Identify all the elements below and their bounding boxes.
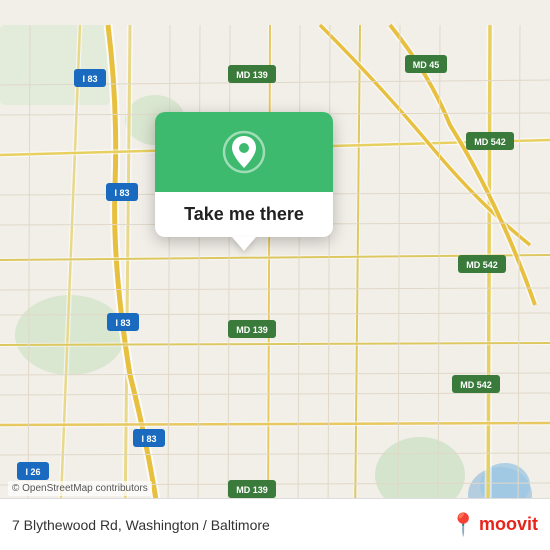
moovit-logo-text: moovit <box>479 514 538 535</box>
osm-attribution: © OpenStreetMap contributors <box>8 481 152 496</box>
tooltip-card[interactable]: Take me there <box>155 112 333 237</box>
svg-text:MD 139: MD 139 <box>236 485 268 495</box>
tooltip-icon-area <box>155 112 333 192</box>
svg-text:MD 139: MD 139 <box>236 325 268 335</box>
svg-text:I 26: I 26 <box>25 467 40 477</box>
map-svg: I 83 I 83 I 83 I 83 I 26 MD 45 MD 139 MD… <box>0 0 550 550</box>
svg-text:MD 542: MD 542 <box>474 137 506 147</box>
take-me-there-button[interactable]: Take me there <box>168 192 320 237</box>
svg-text:MD 542: MD 542 <box>460 380 492 390</box>
osm-attribution-text: © OpenStreetMap contributors <box>12 483 148 494</box>
svg-text:I 83: I 83 <box>114 188 129 198</box>
svg-text:I 83: I 83 <box>82 74 97 84</box>
moovit-logo: 📍 moovit <box>450 512 538 538</box>
svg-text:I 83: I 83 <box>141 434 156 444</box>
svg-text:MD 139: MD 139 <box>236 70 268 80</box>
map-container: I 83 I 83 I 83 I 83 I 26 MD 45 MD 139 MD… <box>0 0 550 550</box>
location-pin-icon <box>222 130 266 174</box>
svg-text:MD 542: MD 542 <box>466 260 498 270</box>
svg-text:MD 45: MD 45 <box>413 60 440 70</box>
bottom-bar: 7 Blythewood Rd, Washington / Baltimore … <box>0 498 550 550</box>
moovit-pin-icon: 📍 <box>450 512 477 538</box>
address-label: 7 Blythewood Rd, Washington / Baltimore <box>12 517 270 533</box>
tooltip-arrow <box>232 237 256 251</box>
svg-text:I 83: I 83 <box>115 318 130 328</box>
